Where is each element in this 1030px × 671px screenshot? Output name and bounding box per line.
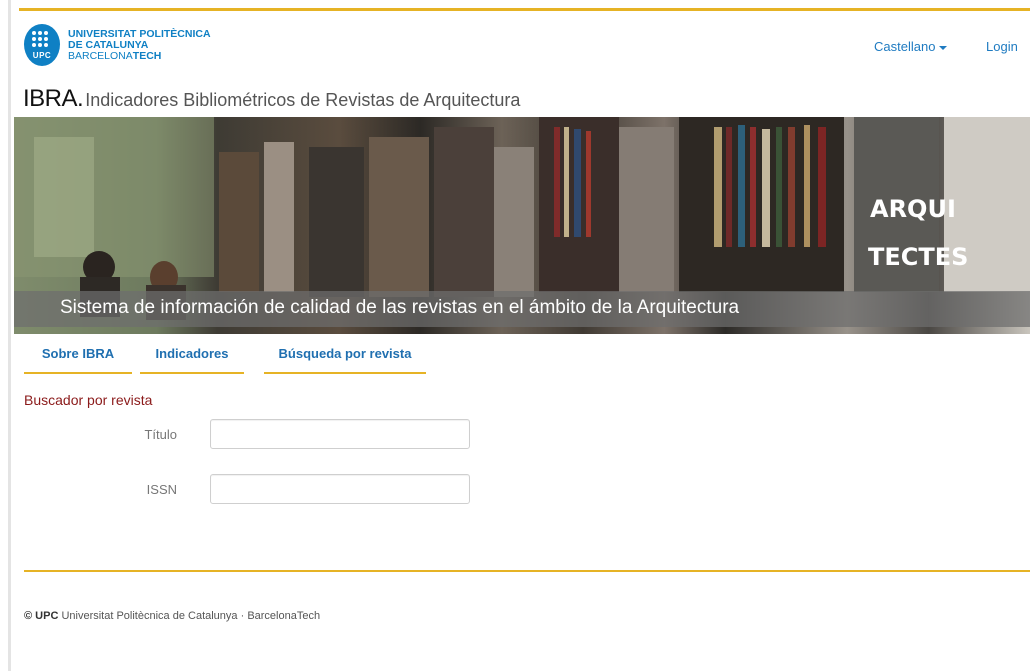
page-title: IBRA. Indicadores Bibliométricos de Revis… bbox=[23, 85, 520, 113]
footer: © UPC Universitat Politècnica de Catalun… bbox=[24, 610, 320, 622]
title-acronym: IBRA. bbox=[23, 85, 84, 112]
tab-sobre-ibra[interactable]: Sobre IBRA bbox=[24, 346, 132, 374]
banner-caption: Sistema de información de calidad de las… bbox=[14, 291, 1030, 327]
logo-line-3a: BARCELONA bbox=[68, 49, 133, 62]
left-border bbox=[8, 0, 11, 671]
issn-input[interactable] bbox=[210, 474, 470, 504]
title-field-label: Título bbox=[144, 427, 177, 442]
logo-line-3b: TECH bbox=[132, 49, 162, 62]
title-subtitle: Indicadores Bibliométricos de Revistas d… bbox=[85, 90, 521, 110]
banner-caption-text: Sistema de información de calidad de las… bbox=[60, 297, 740, 318]
banner-sign-text-1: ARQUI bbox=[870, 195, 956, 223]
upc-badge-text: UPC bbox=[32, 51, 52, 60]
top-accent-bar bbox=[19, 8, 1030, 11]
upc-badge-icon: UPC bbox=[24, 24, 60, 66]
title-input[interactable] bbox=[210, 419, 470, 449]
search-heading: Buscador por revista bbox=[24, 392, 153, 408]
language-label: Castellano bbox=[874, 39, 936, 54]
banner-sign-text-2: TECTES bbox=[868, 243, 968, 271]
issn-field-label: ISSN bbox=[146, 482, 177, 497]
language-dropdown[interactable]: Castellano bbox=[874, 39, 948, 54]
login-link[interactable]: Login bbox=[986, 39, 1018, 54]
footer-brand: © UPC bbox=[24, 610, 59, 622]
logo-line-3: BARCELONATECH bbox=[68, 49, 211, 62]
hero-banner: ARQUI TECTES Sistema de información de c… bbox=[14, 117, 1030, 334]
tab-busqueda-por-revista[interactable]: Búsqueda por revista bbox=[264, 346, 426, 374]
footer-text: Universitat Politècnica de Catalunya · B… bbox=[58, 610, 321, 622]
footer-divider bbox=[24, 570, 1030, 572]
logo-line-1: UNIVERSITAT POLITÈCNICA bbox=[68, 27, 211, 40]
upc-logo[interactable]: UPC UNIVERSITAT POLITÈCNICA DE CATALUNYA… bbox=[24, 24, 211, 66]
logo-wordmark: UNIVERSITAT POLITÈCNICA DE CATALUNYA BAR… bbox=[68, 27, 211, 62]
tab-indicadores[interactable]: Indicadores bbox=[140, 346, 244, 374]
caret-down-icon bbox=[939, 45, 948, 50]
